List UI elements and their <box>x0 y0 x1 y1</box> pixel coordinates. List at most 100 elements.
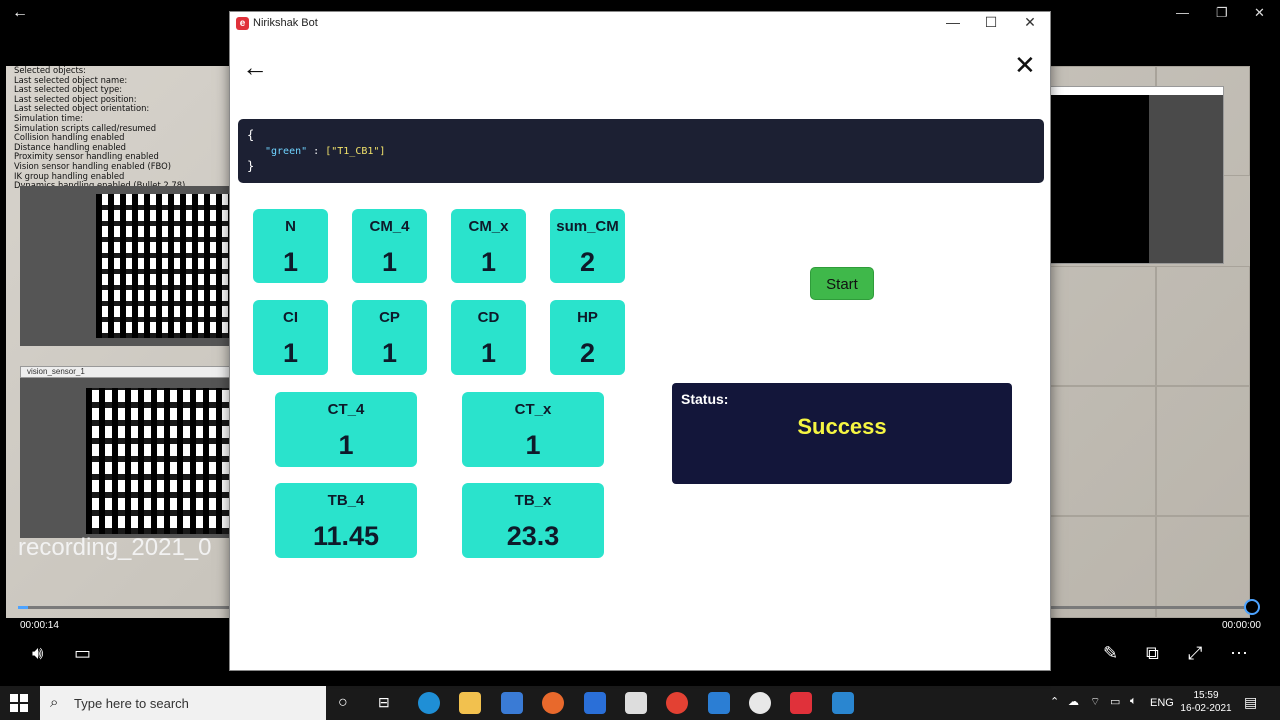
metric-value: 1 <box>480 338 497 368</box>
simulation-info-panel: Selected objects: Last selected object n… <box>14 66 234 191</box>
more-options-icon[interactable]: ⋯ <box>1230 643 1248 664</box>
edit-pencil-icon[interactable]: ✎ <box>1103 643 1118 664</box>
info-line: Last selected object orientation: <box>14 104 150 114</box>
json-separator: : <box>307 146 326 157</box>
fullscreen-icon[interactable]: ⤢ <box>1188 643 1202 664</box>
info-line: Last selected object type: <box>14 85 123 95</box>
chevron-up-icon[interactable]: ⌃ <box>1050 695 1059 708</box>
metric-card-cd: CD 1 <box>451 300 526 375</box>
metric-card-cp: CP 1 <box>352 300 427 375</box>
edge-browser-icon[interactable] <box>418 692 440 714</box>
info-line: IK group handling enabled <box>14 171 125 181</box>
taskbar-search-box[interactable]: ⌕ Type here to search <box>40 686 326 720</box>
file-explorer-icon[interactable] <box>459 692 481 714</box>
cortana-icon[interactable]: ○ <box>338 694 348 712</box>
metric-label: CT_x <box>514 401 552 418</box>
metric-card-ci: CI 1 <box>253 300 328 375</box>
firefox-icon[interactable] <box>542 692 564 714</box>
task-view-icon[interactable]: ⊟ <box>378 694 390 711</box>
metric-label: N <box>285 218 296 235</box>
seek-thumb[interactable] <box>1244 599 1260 615</box>
window-close-icon[interactable]: ✕ <box>1015 14 1045 31</box>
volume-icon[interactable]: 🔊︎ <box>32 643 43 664</box>
app-icon[interactable] <box>749 692 771 714</box>
player-minimize-icon[interactable]: — <box>1176 5 1189 20</box>
battery-icon[interactable]: ▭ <box>1110 695 1120 708</box>
subtitles-icon[interactable]: ▭ <box>74 643 91 664</box>
player-close-icon[interactable]: ✕ <box>1254 5 1265 21</box>
metric-value: 2 <box>579 247 596 277</box>
taskbar: ⌕ Type here to search ○ ⊟ ⌃ ☁ ⌔ ▭ 🔈︎ ENG… <box>0 686 1280 720</box>
metric-value: 1 <box>282 247 299 277</box>
chrome-icon[interactable] <box>666 692 688 714</box>
metric-label: CD <box>477 309 500 326</box>
metric-value: 1 <box>338 430 354 460</box>
json-output-box: { "green" : ["T1_CB1"] } <box>238 119 1044 183</box>
metric-value: 23.3 <box>506 521 560 551</box>
language-indicator[interactable]: ENG <box>1150 697 1174 709</box>
info-line: Last selected object name: <box>14 75 128 85</box>
json-open-brace: { <box>247 128 255 142</box>
nirikshak-bot-window: e Nirikshak Bot — ☐ ✕ ← ✕ { "green" : ["… <box>229 11 1051 671</box>
floating-view-panel <box>1050 86 1224 264</box>
metric-card-tb-4: TB_4 11.45 <box>275 483 417 558</box>
network-icon[interactable]: ☁ <box>1068 695 1079 708</box>
info-line: Vision sensor handling enabled (FBO) <box>14 161 171 171</box>
maze-view-vision-sensor <box>20 378 230 538</box>
player-restore-icon[interactable]: ❐ <box>1216 5 1228 21</box>
minimize-icon[interactable]: — <box>938 14 968 30</box>
notification-icon[interactable]: ▤ <box>1244 694 1257 711</box>
info-line: Selected objects: <box>14 66 86 75</box>
metric-value: 1 <box>381 338 398 368</box>
metric-value: 11.45 <box>312 521 380 551</box>
info-line: Collision handling enabled <box>14 133 125 143</box>
mail-icon[interactable] <box>501 692 523 714</box>
metric-value: 1 <box>480 247 497 277</box>
metric-card-hp: HP 2 <box>550 300 625 375</box>
metric-card-ct-x: CT_x 1 <box>462 392 604 467</box>
nirikshak-bot-taskbar-icon[interactable] <box>790 692 812 714</box>
json-close-brace: } <box>247 159 255 173</box>
mini-view-icon[interactable]: ⧉ <box>1146 643 1159 664</box>
search-icon: ⌕ <box>50 694 59 711</box>
player-back-icon[interactable]: ← <box>12 4 28 22</box>
movies-tv-icon[interactable] <box>832 692 854 714</box>
metric-label: sum_CM <box>556 218 619 235</box>
search-placeholder: Type here to search <box>74 696 189 711</box>
info-line: Simulation time: <box>14 113 84 123</box>
close-icon[interactable]: ✕ <box>1014 52 1036 78</box>
json-key: "green" <box>265 146 308 157</box>
app-logo-icon: e <box>236 17 249 30</box>
start-button[interactable]: Start <box>810 267 874 300</box>
metric-card-n: N 1 <box>253 209 328 283</box>
metric-label: HP <box>577 309 598 326</box>
metric-label: CP <box>379 309 400 326</box>
windows-start-icon[interactable] <box>10 694 28 712</box>
status-value: Success <box>797 414 887 439</box>
info-line: Last selected object position: <box>14 94 137 104</box>
json-value: ["T1_CB1"] <box>325 146 386 157</box>
wifi-icon[interactable]: ⌔ <box>1090 695 1100 709</box>
info-line: Distance handling enabled <box>14 142 126 152</box>
window-title: Nirikshak Bot <box>253 17 318 29</box>
metric-card-tb-x: TB_x 23.3 <box>462 483 604 558</box>
back-arrow-icon[interactable]: ← <box>242 54 268 80</box>
metric-value: 1 <box>525 430 541 460</box>
maze-view-top <box>20 186 230 346</box>
metric-value: 1 <box>282 338 299 368</box>
metric-card-cm-x: CM_x 1 <box>451 209 526 283</box>
maximize-icon[interactable]: ☐ <box>976 14 1006 31</box>
vision-sensor-label: vision_sensor_1 <box>20 366 230 378</box>
recording-title: recording_2021_0 <box>18 534 212 561</box>
taskbar-clock[interactable]: 15:59 16-02-2021 <box>1178 689 1234 715</box>
metric-label: CM_4 <box>369 218 410 235</box>
info-line: Proximity sensor handling enabled <box>14 152 159 162</box>
volume-tray-icon[interactable]: 🔈︎ <box>1130 695 1137 708</box>
dropbox-icon[interactable] <box>584 692 606 714</box>
vscode-icon[interactable] <box>708 692 730 714</box>
time-elapsed: 00:00:14 <box>20 620 59 631</box>
metric-card-cm-4: CM_4 1 <box>352 209 427 283</box>
metric-card-ct-4: CT_4 1 <box>275 392 417 467</box>
amazon-icon[interactable] <box>625 692 647 714</box>
status-panel: Status: Success <box>672 383 1012 484</box>
